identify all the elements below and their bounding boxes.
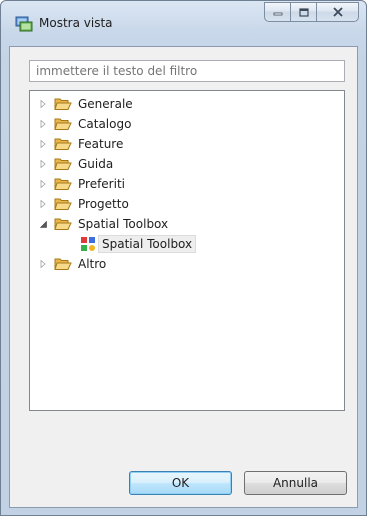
folder-icon bbox=[54, 178, 72, 190]
maximize-icon bbox=[298, 7, 309, 17]
dialog-content: Generale Catalogo bbox=[9, 46, 358, 508]
cancel-button[interactable]: Annulla bbox=[244, 471, 347, 495]
tree-item-label: Altro bbox=[78, 257, 107, 271]
minimize-button[interactable] bbox=[264, 2, 290, 22]
maximize-button[interactable] bbox=[290, 2, 316, 22]
tree-item-label: Spatial Toolbox bbox=[98, 235, 197, 253]
folder-icon bbox=[54, 198, 72, 210]
spatial-toolbox-icon bbox=[81, 237, 95, 251]
tree-item-guida[interactable]: Guida bbox=[38, 154, 113, 174]
tree-item-generale[interactable]: Generale bbox=[38, 94, 133, 114]
expand-icon[interactable] bbox=[38, 154, 48, 174]
tree-item-label: Progetto bbox=[78, 197, 129, 211]
expand-icon[interactable] bbox=[38, 174, 48, 194]
tree-item-feature[interactable]: Feature bbox=[38, 134, 123, 154]
folder-icon bbox=[54, 118, 72, 130]
tree-item-altro[interactable]: Altro bbox=[38, 254, 106, 274]
caption-buttons bbox=[264, 2, 359, 22]
tree-item-label: Generale bbox=[78, 97, 133, 111]
tree-item-spatial-toolbox-view[interactable]: Spatial Toolbox bbox=[80, 234, 197, 254]
minimize-icon bbox=[273, 12, 282, 16]
tree-item-label: Spatial Toolbox bbox=[78, 217, 169, 231]
title-bar[interactable]: Mostra vista bbox=[1, 1, 366, 41]
expand-icon[interactable] bbox=[38, 194, 48, 214]
folder-icon bbox=[54, 158, 72, 170]
folder-icon bbox=[54, 218, 72, 230]
ok-button[interactable]: OK bbox=[129, 471, 232, 495]
expand-icon[interactable] bbox=[38, 134, 48, 154]
view-tree[interactable]: Generale Catalogo Feature Guida Preferit… bbox=[29, 90, 345, 411]
expand-icon[interactable] bbox=[38, 94, 48, 114]
folder-icon bbox=[54, 98, 72, 110]
expand-icon[interactable] bbox=[38, 114, 48, 134]
tree-item-label: Catalogo bbox=[78, 117, 132, 131]
tree-item-label: Preferiti bbox=[78, 177, 125, 191]
tree-item-spatial-toolbox-folder[interactable]: Spatial Toolbox bbox=[38, 214, 168, 234]
collapse-icon[interactable] bbox=[38, 214, 48, 234]
tree-item-progetto[interactable]: Progetto bbox=[38, 194, 129, 214]
expand-icon[interactable] bbox=[38, 254, 48, 274]
filter-input[interactable] bbox=[29, 60, 345, 82]
dialog-window: Mostra vista immettere il testo del filt… bbox=[0, 0, 367, 516]
folder-icon bbox=[54, 258, 72, 270]
close-icon bbox=[332, 7, 343, 17]
show-view-icon bbox=[15, 16, 33, 32]
folder-icon bbox=[54, 138, 72, 150]
window-title: Mostra vista bbox=[39, 16, 113, 30]
close-button[interactable] bbox=[316, 2, 359, 22]
tree-item-label: Guida bbox=[78, 157, 114, 171]
tree-item-catalogo[interactable]: Catalogo bbox=[38, 114, 131, 134]
tree-item-preferiti[interactable]: Preferiti bbox=[38, 174, 125, 194]
tree-item-label: Feature bbox=[78, 137, 124, 151]
